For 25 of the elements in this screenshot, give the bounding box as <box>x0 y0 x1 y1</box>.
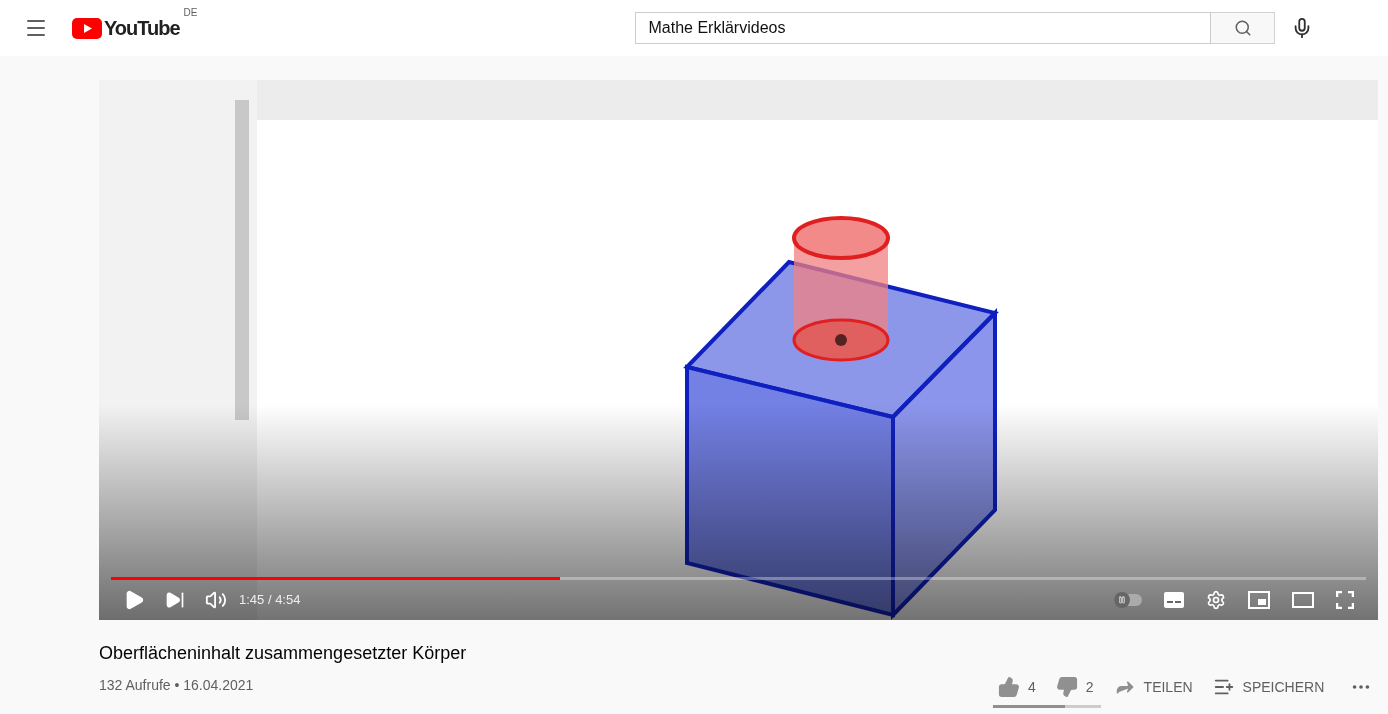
search-field[interactable]: Mathe Erklärvideos <box>635 12 1212 44</box>
search-button[interactable] <box>1211 12 1276 44</box>
volume-icon[interactable] <box>205 589 227 611</box>
pause-icon <box>1118 596 1126 604</box>
thumbs-down-icon <box>1055 676 1078 698</box>
theater-icon[interactable] <box>1292 592 1314 608</box>
time-display: 1:45 / 4:54 <box>239 591 301 610</box>
subtitles-icon[interactable] <box>1164 592 1184 608</box>
view-info: 132 Aufrufe • 16.04.2021 <box>99 676 254 695</box>
progress-track[interactable] <box>111 577 1366 580</box>
like-button[interactable]: 4 <box>998 676 1036 698</box>
save-button[interactable]: SPEICHERN <box>1212 676 1325 698</box>
thumbs-up-icon <box>998 676 1020 698</box>
settings-icon[interactable] <box>1206 590 1226 610</box>
next-icon[interactable] <box>165 590 185 610</box>
fullscreen-icon[interactable] <box>1336 591 1354 609</box>
share-button[interactable]: TEILEN <box>1113 676 1193 698</box>
autoplay-toggle[interactable] <box>1114 594 1142 606</box>
search-icon <box>1234 19 1252 37</box>
miniplayer-icon[interactable] <box>1248 591 1270 609</box>
logo-icon[interactable] <box>72 17 102 39</box>
video-title: Oberflächeninhalt zusammengesetzter Körper <box>99 642 468 665</box>
country-code: DE <box>183 6 198 20</box>
dislike-button[interactable]: 2 <box>1055 676 1094 698</box>
logo-text[interactable]: YouTube <box>104 13 180 43</box>
